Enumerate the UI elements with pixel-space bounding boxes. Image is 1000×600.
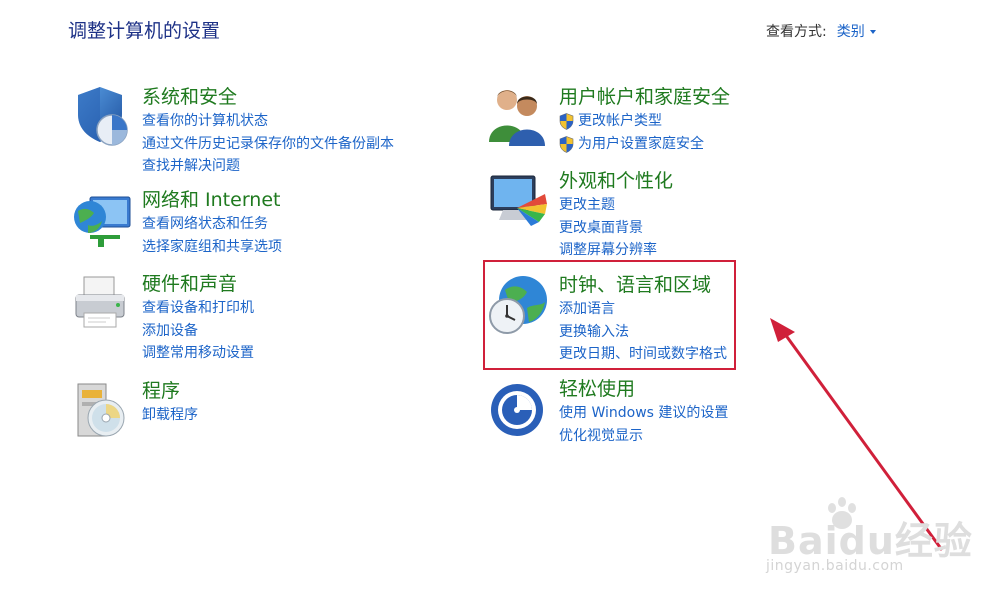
baidu-watermark: Baidu经验 jingyan.baidu.com: [760, 488, 1000, 598]
watermark-url: jingyan.baidu.com: [766, 558, 904, 574]
watermark-text: Baidu经验: [768, 519, 973, 563]
